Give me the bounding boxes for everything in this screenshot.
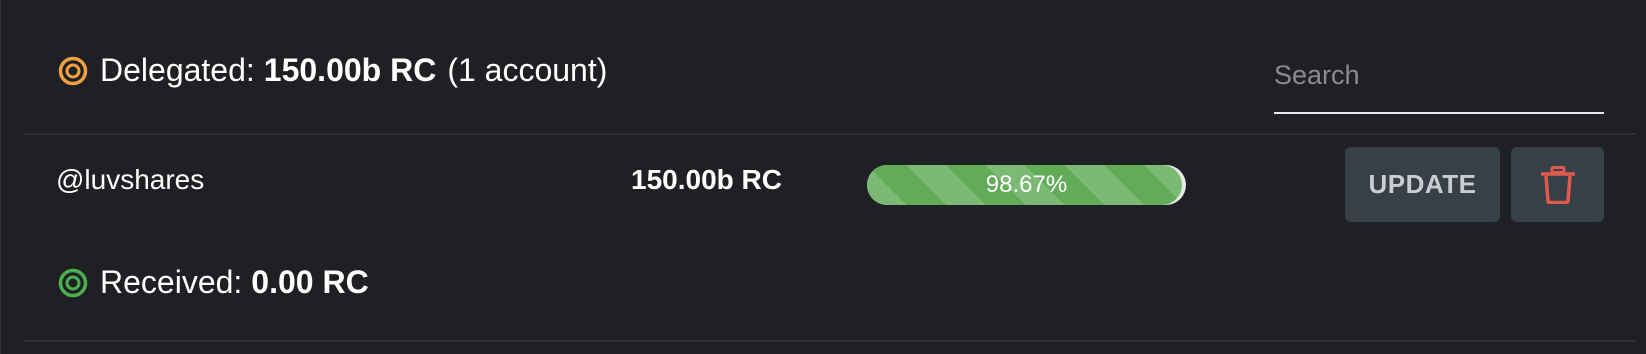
delegated-ring-icon: [58, 56, 88, 85]
delegated-header: Delegated: 150.00b RC (1 account): [58, 52, 607, 89]
received-header: Received: 0.00 RC: [58, 264, 369, 301]
usage-progress-bar: 98.67%: [867, 165, 1186, 205]
divider: [23, 340, 1636, 342]
received-value: 0.00 RC: [251, 264, 369, 300]
divider: [23, 133, 1636, 135]
trash-icon: [1540, 165, 1575, 204]
account-name[interactable]: @luvshares: [56, 164, 204, 196]
delegated-amount: 150.00b RC: [631, 164, 782, 195]
received-ring-icon: [58, 268, 88, 297]
received-label: Received:: [100, 264, 243, 300]
progress-label: 98.67%: [985, 171, 1068, 198]
delegated-count: (1 account): [447, 52, 608, 88]
update-button[interactable]: UPDATE: [1345, 147, 1500, 222]
rc-delegations-panel: Delegated: 150.00b RC (1 account) @luvsh…: [0, 0, 1646, 354]
delegated-value: 150.00b RC: [263, 52, 437, 88]
search-field[interactable]: [1274, 50, 1604, 114]
search-input[interactable]: [1274, 50, 1604, 100]
delete-button[interactable]: [1511, 147, 1604, 222]
delegated-label: Delegated:: [100, 52, 255, 88]
